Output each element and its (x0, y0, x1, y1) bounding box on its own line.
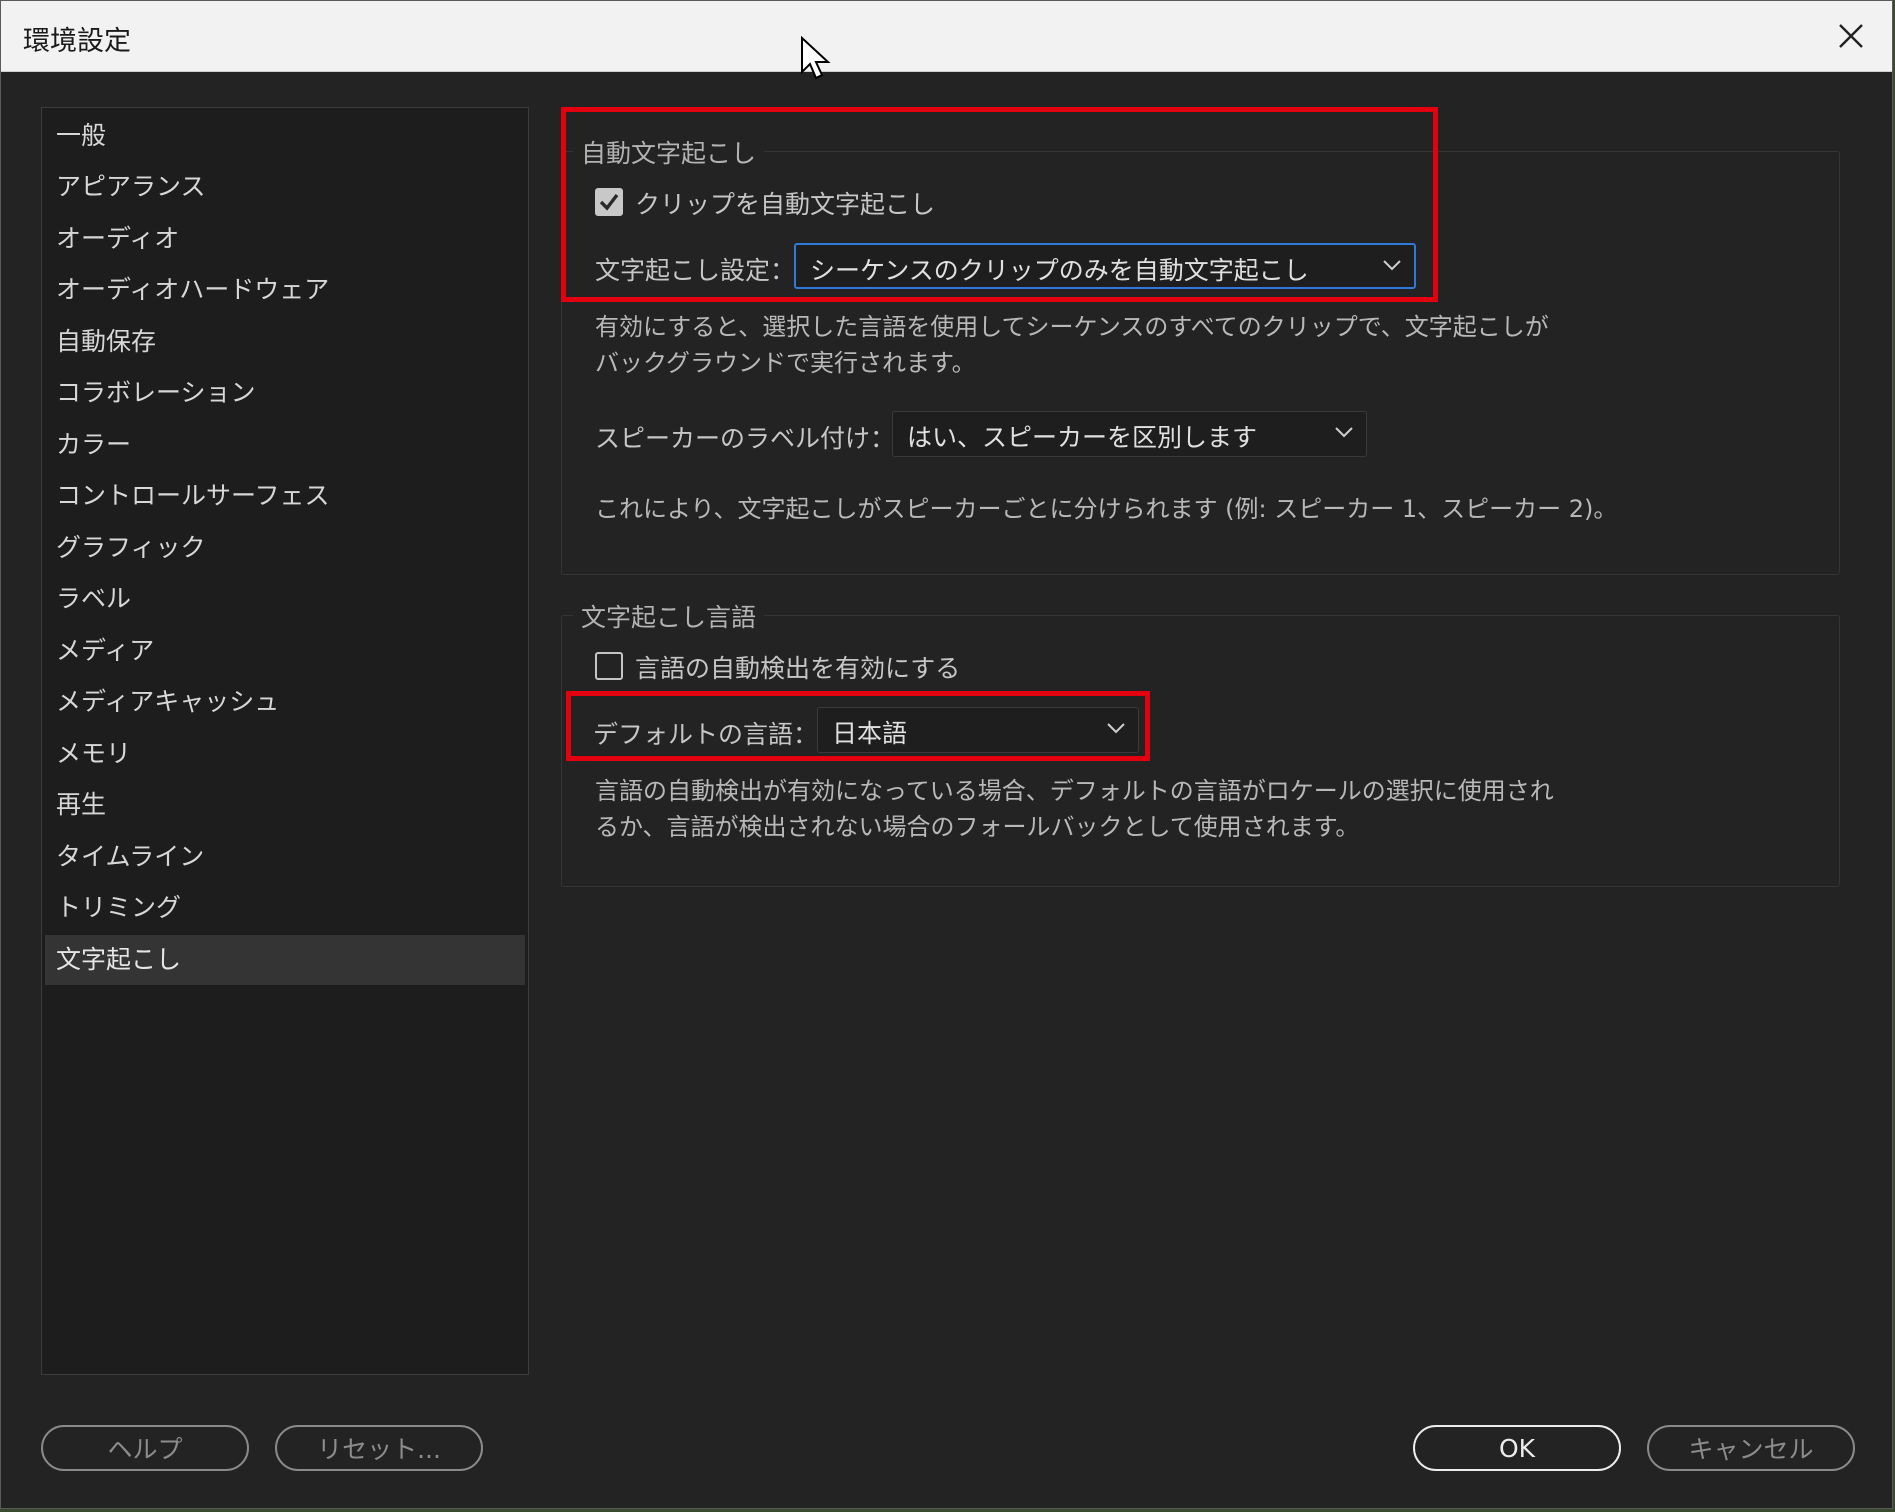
close-button[interactable] (1828, 13, 1874, 59)
language-group-label: 文字起こし言語 (573, 598, 765, 634)
highlight-box-default-language (566, 691, 1150, 761)
speaker-label: スピーカーのラベル付け： (595, 424, 896, 453)
sidebar-item-collaboration[interactable]: コラボレーション (45, 368, 525, 418)
sidebar-item-media-cache[interactable]: メディアキャッシュ (45, 677, 525, 727)
ok-button[interactable]: OK (1413, 1425, 1621, 1471)
speaker-help-text: これにより、文字起こしがスピーカーごとに分けられます (例: スピーカー 1、ス… (595, 495, 1618, 523)
sidebar-item-timeline[interactable]: タイムライン (45, 832, 525, 882)
sidebar-item-color[interactable]: カラー (45, 420, 525, 470)
sidebar-item-audio[interactable]: オーディオ (45, 214, 525, 264)
window-title: 環境設定 (23, 26, 131, 57)
highlight-box-auto-transcribe (561, 107, 1438, 302)
language-help-text: 言語の自動検出が有効になっている場合、デフォルトの言語がロケールの選択に使用され… (595, 777, 1554, 841)
auto-transcribe-help-text: 有効にすると、選択した言語を使用してシーケンスのすべてのクリップで、文字起こしが… (595, 313, 1549, 377)
speaker-labeling-value: はい、スピーカーを区別します (907, 423, 1258, 452)
chevron-down-icon (1335, 427, 1353, 438)
cancel-button[interactable]: キャンセル (1647, 1425, 1855, 1471)
sidebar-item-trimming[interactable]: トリミング (45, 883, 525, 933)
mouse-cursor-icon (801, 36, 831, 80)
sidebar-item-playback[interactable]: 再生 (45, 780, 525, 830)
sidebar-item-general[interactable]: 一般 (45, 111, 525, 161)
reset-button[interactable]: リセット... (275, 1425, 483, 1471)
sidebar-item-auto-save[interactable]: 自動保存 (45, 317, 525, 367)
speaker-labeling-select[interactable]: はい、スピーカーを区別します (892, 411, 1367, 457)
sidebar-item-control-surface[interactable]: コントロールサーフェス (45, 471, 525, 521)
title-bar: 環境設定 (1, 1, 1892, 72)
sidebar-item-memory[interactable]: メモリ (45, 729, 525, 779)
sidebar-item-media[interactable]: メディア (45, 626, 525, 676)
sidebar-item-audio-hardware[interactable]: オーディオハードウェア (45, 265, 525, 315)
sidebar-item-labels[interactable]: ラベル (45, 574, 525, 624)
close-icon (1839, 24, 1863, 48)
help-button[interactable]: ヘルプ (41, 1425, 249, 1471)
auto-detect-language-label[interactable]: 言語の自動検出を有効にする (635, 649, 960, 685)
sidebar-item-transcription[interactable]: 文字起こし (45, 935, 525, 985)
auto-detect-language-checkbox[interactable] (595, 652, 623, 680)
category-list: 一般 アピアランス オーディオ オーディオハードウェア 自動保存 コラボレーショ… (41, 107, 529, 1375)
sidebar-item-appearance[interactable]: アピアランス (45, 162, 525, 212)
sidebar-item-graphics[interactable]: グラフィック (45, 523, 525, 573)
preferences-dialog: 環境設定 一般 アピアランス オーディオ オーディオハードウェア 自動保存 コラ… (0, 0, 1893, 1509)
